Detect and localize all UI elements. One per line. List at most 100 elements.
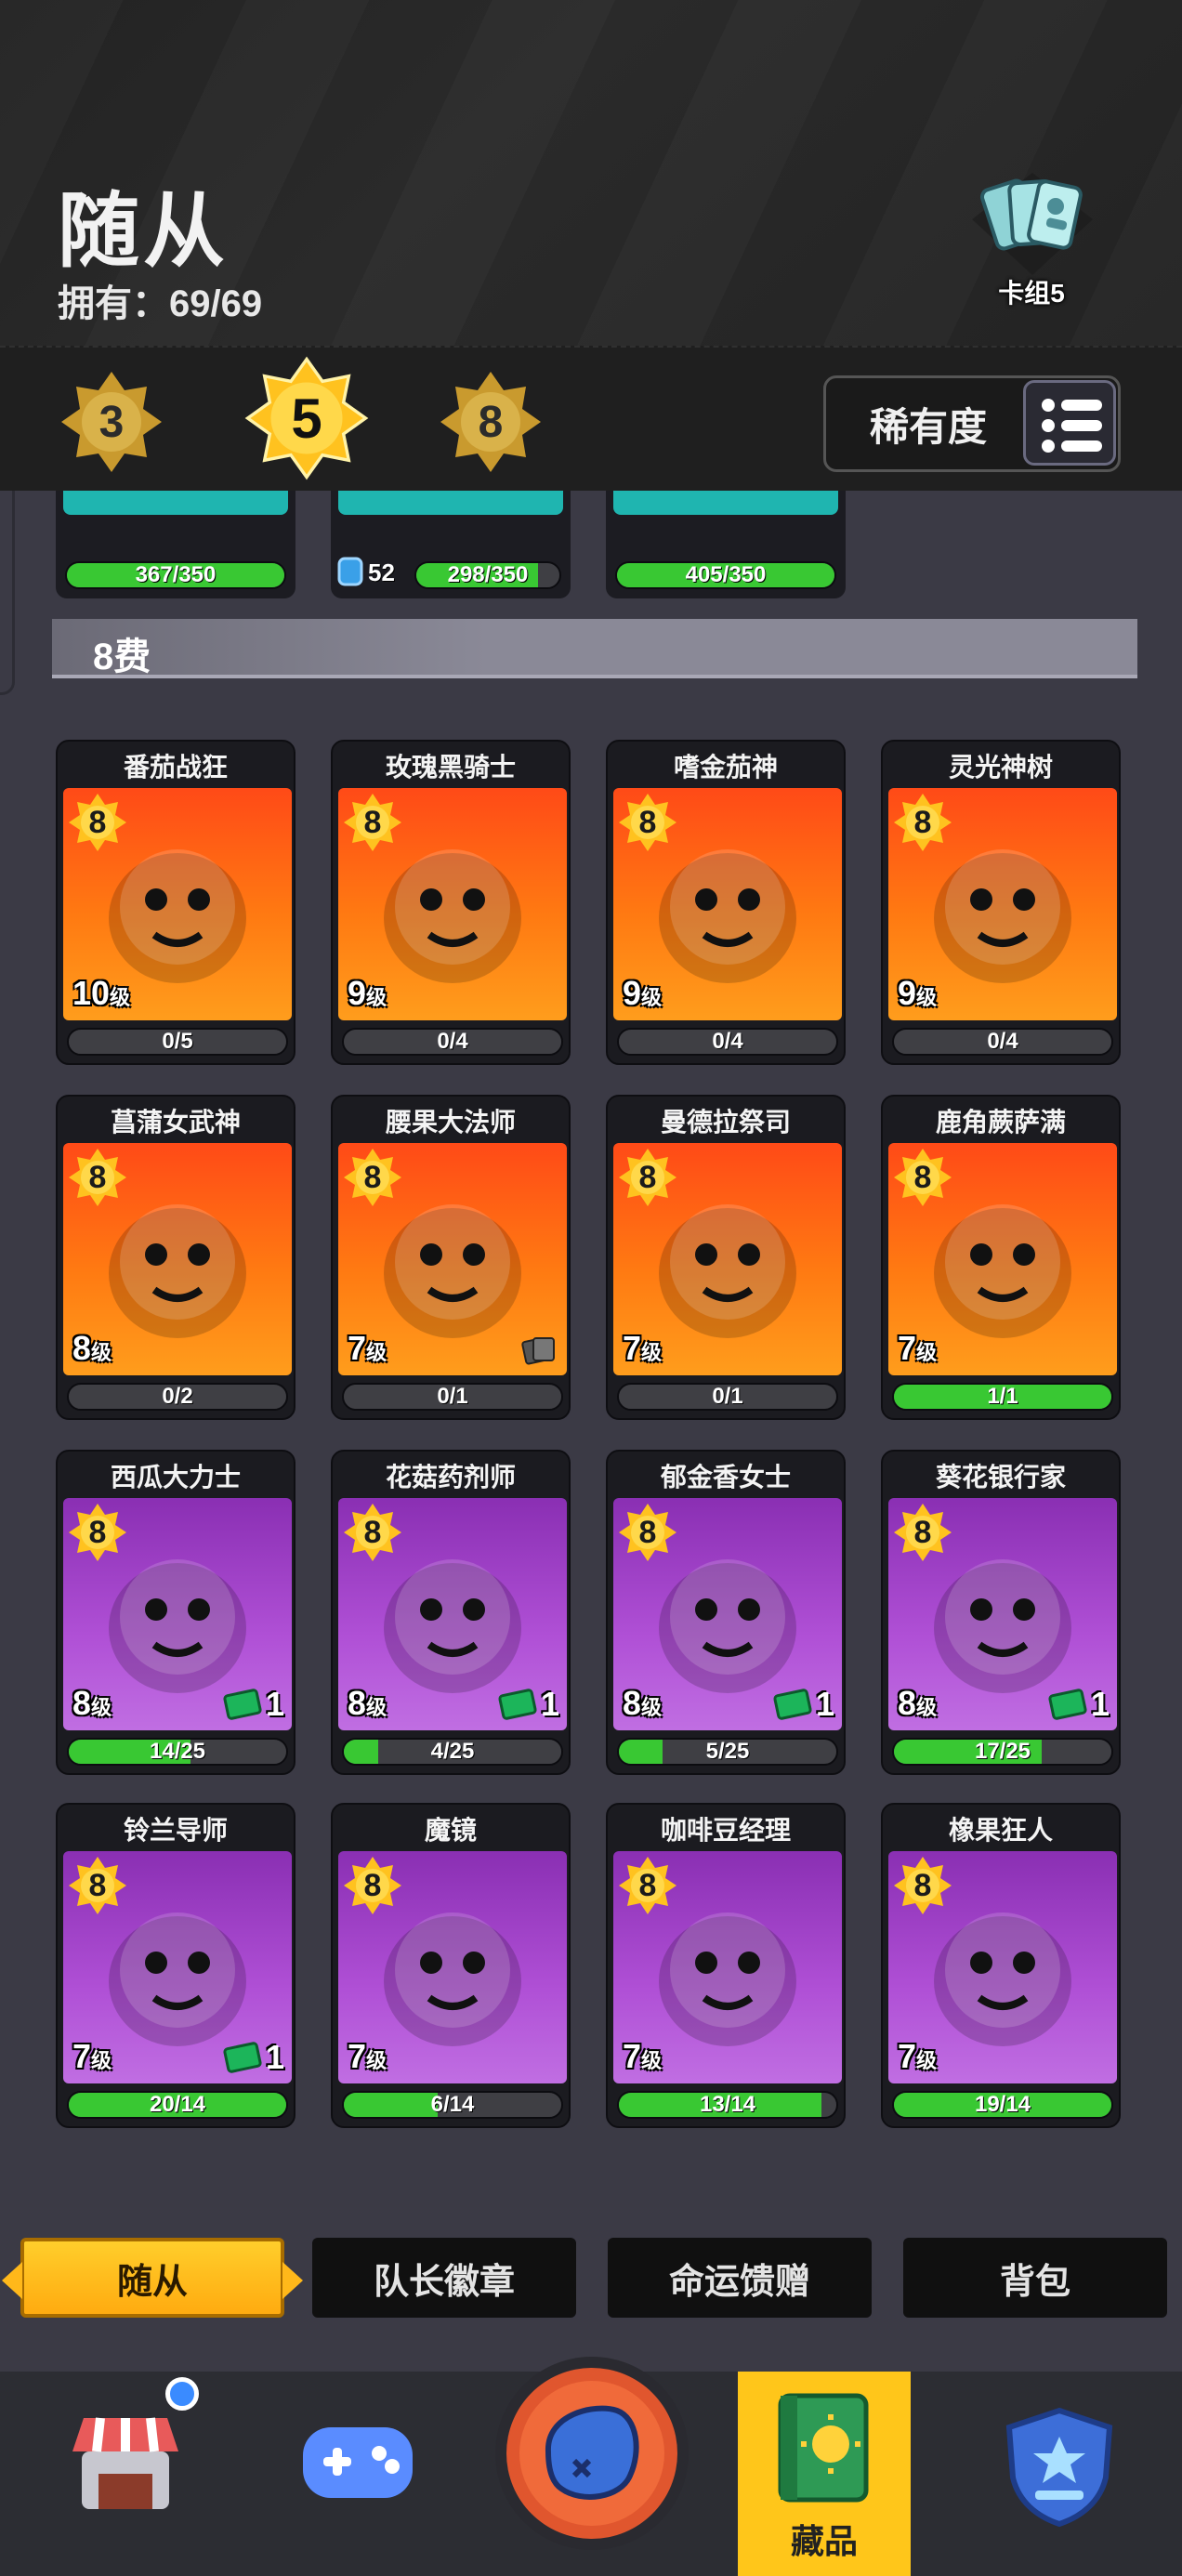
progress-text: 17/25 (974, 1739, 1031, 1764)
minion-card[interactable]: 郁金香女士 8 8级 1 5/25 (606, 1450, 846, 1775)
minion-card[interactable]: 葵花银行家 8 8级 1 17/25 (881, 1450, 1121, 1775)
tab-captain-badges[interactable]: 队长徽章 (312, 2238, 576, 2318)
minion-card[interactable]: 鹿角蕨萨满 8 7级 1/1 (881, 1095, 1121, 1420)
previous-row-card[interactable]: 405/350 (606, 491, 846, 598)
level-suffix: 级 (641, 986, 663, 1009)
minion-card[interactable]: 咖啡豆经理 8 7级 13/14 (606, 1803, 846, 2128)
card-name: 玫瑰黑骑士 (385, 753, 516, 782)
cost-filter-label: 3 (98, 397, 125, 447)
header: 随从 拥有：69/69 卡组5 (0, 0, 1182, 346)
cost-filter-label: 8 (478, 397, 504, 447)
cost-value: 8 (638, 1867, 657, 1903)
tab-minions[interactable]: 随从 (2, 2238, 303, 2318)
card-progress-bar: 19/14 (892, 2091, 1113, 2119)
minion-card[interactable]: 灵光神树 8 9级 0/4 (881, 740, 1121, 1065)
duplicate-count: 1 (222, 1684, 284, 1725)
card-level: 8级 (623, 1684, 662, 1723)
minion-card[interactable]: 腰果大法师 8 7级 0/1 (331, 1095, 571, 1420)
gamepad-icon (303, 2427, 413, 2498)
card-progress-bar: 0/4 (892, 1028, 1113, 1056)
minion-card[interactable]: 花菇药剂师 8 8级 1 4/25 (331, 1450, 571, 1775)
card-name: 灵光神树 (948, 753, 1053, 782)
level-suffix: 级 (366, 986, 387, 1009)
tab-fate-gifts[interactable]: 命运馈赠 (608, 2238, 872, 2318)
card-progress-bar: 0/5 (67, 1028, 288, 1056)
level-value: 7 (898, 2037, 917, 2075)
card-progress-bar: 405/350 (615, 561, 836, 589)
minion-card[interactable]: 曼德拉祭司 8 7级 0/1 (606, 1095, 846, 1420)
card-portrait: 8 8级 (63, 1143, 292, 1375)
minion-card[interactable]: 西瓜大力士 8 8级 1 14/25 (56, 1450, 296, 1775)
card-progress-bar: 5/25 (617, 1738, 838, 1766)
minion-card[interactable]: 嗜金茄神 8 9级 0/4 (606, 740, 846, 1065)
minion-card[interactable]: 铃兰导师 8 7级 1 20/14 (56, 1803, 296, 2128)
level-suffix: 级 (641, 1341, 663, 1364)
cost-badge: 8 (342, 1147, 403, 1208)
card-name: 咖啡豆经理 (660, 1816, 791, 1845)
nav-play[interactable] (269, 2372, 446, 2576)
deck-label: 卡组5 (998, 279, 1065, 308)
cost-badge: 8 (67, 1147, 128, 1208)
cash-card-icon (222, 2041, 263, 2074)
card-level: 8级 (72, 1329, 112, 1368)
previous-row-card[interactable]: 367/350 (56, 491, 296, 598)
cost-filter-8[interactable]: 8 (435, 366, 546, 478)
card-name: 花菇药剂师 (385, 1463, 516, 1492)
level-value: 8 (72, 1684, 92, 1722)
duplicate-count: 1 (1047, 1684, 1110, 1725)
nav-rank[interactable] (966, 2372, 1152, 2576)
rarity-sort-button[interactable]: 稀有度 (823, 375, 1121, 472)
card-name: 菖蒲女武神 (110, 1108, 241, 1137)
collection-scroll-area[interactable]: 367/350 52 298/350 405/350 8费 番茄战狂 8 10级… (0, 491, 1182, 2228)
cost-badge: 8 (892, 1855, 953, 1916)
minion-card[interactable]: 橡果狂人 8 7级 19/14 (881, 1803, 1121, 2128)
list-menu-icon[interactable] (1023, 380, 1116, 466)
card-portrait-edge (338, 491, 563, 515)
card-progress-bar: 0/4 (617, 1028, 838, 1056)
card-level: 8级 (898, 1684, 937, 1723)
gem-count: 52 (368, 559, 395, 586)
level-value: 9 (623, 974, 642, 1012)
cost-filter-3[interactable]: 3 (56, 366, 167, 478)
cost-value: 8 (88, 804, 107, 840)
card-portrait-edge (63, 491, 288, 515)
card-portrait: 8 8级 1 (338, 1498, 567, 1730)
level-value: 7 (348, 1329, 367, 1367)
cost-value: 8 (363, 804, 382, 840)
cash-card-icon (772, 1688, 813, 1721)
nav-collection[interactable]: 藏品 (738, 2372, 911, 2576)
card-progress-bar: 0/1 (342, 1383, 563, 1411)
gem-icon (337, 557, 363, 586)
card-level: 10级 (72, 974, 130, 1013)
cost-filter-5[interactable]: 5 (243, 355, 370, 481)
progress-text: 6/14 (430, 2092, 475, 2117)
tab-backpack[interactable]: 背包 (903, 2238, 1167, 2318)
owned-value: 69/69 (169, 283, 263, 324)
card-portrait: 8 9级 (613, 788, 842, 1020)
minion-card[interactable]: 番茄战狂 8 10级 0/5 (56, 740, 296, 1065)
cost-badge: 8 (67, 1855, 128, 1916)
cost-value: 8 (88, 1159, 107, 1195)
minion-card[interactable]: 菖蒲女武神 8 8级 0/2 (56, 1095, 296, 1420)
nav-battle[interactable] (492, 2357, 691, 2576)
cost-value: 8 (913, 804, 932, 840)
card-level: 7级 (348, 1329, 387, 1368)
card-progress-bar: 4/25 (342, 1738, 563, 1766)
card-portrait: 8 7级 (888, 1851, 1117, 2083)
owned-count: 拥有：69/69 (58, 273, 262, 327)
level-value: 7 (623, 2037, 642, 2075)
level-value: 8 (348, 1684, 367, 1722)
cost-badge: 8 (617, 792, 678, 853)
previous-row-card[interactable]: 52 298/350 (331, 491, 571, 598)
level-suffix: 级 (641, 2049, 663, 2072)
level-value: 9 (348, 974, 367, 1012)
card-level: 9级 (348, 974, 387, 1013)
cost-badge: 8 (617, 1147, 678, 1208)
level-suffix: 级 (916, 1696, 938, 1719)
level-value: 7 (898, 1329, 917, 1367)
minion-card[interactable]: 玫瑰黑骑士 8 9级 0/4 (331, 740, 571, 1065)
deck-button[interactable]: 卡组5 (957, 173, 1106, 312)
card-progress-bar: 14/25 (67, 1738, 288, 1766)
card-name: 腰果大法师 (385, 1108, 516, 1137)
minion-card[interactable]: 魔镜 8 7级 6/14 (331, 1803, 571, 2128)
